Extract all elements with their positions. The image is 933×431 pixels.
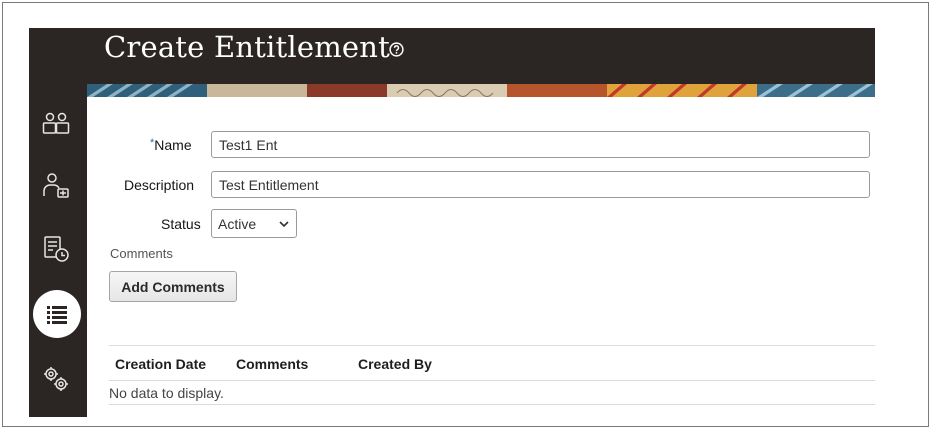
column-header-creation-date[interactable]: Creation Date [115, 356, 206, 372]
page-title: Create Entitlement [104, 30, 390, 64]
document-clock-icon[interactable] [41, 234, 71, 264]
name-label: *Name [150, 137, 192, 153]
description-label: Description [124, 177, 195, 193]
comments-label: Comments [110, 246, 173, 261]
table-empty-message: No data to display. [109, 385, 224, 401]
required-marker: * [150, 137, 155, 149]
user-settings-icon[interactable] [41, 171, 71, 201]
column-header-comments[interactable]: Comments [236, 356, 308, 372]
help-icon[interactable] [389, 42, 404, 57]
chevron-down-icon [279, 221, 289, 228]
name-field[interactable] [211, 131, 870, 158]
table-bottom-divider [109, 404, 875, 405]
status-select-value: Active [218, 216, 257, 232]
table-top-divider [109, 345, 875, 346]
table-header-divider [109, 380, 875, 381]
description-field[interactable] [211, 171, 870, 198]
add-comments-button[interactable]: Add Comments [109, 271, 237, 302]
status-select[interactable]: Active [211, 209, 297, 238]
header-banner [87, 84, 875, 97]
gears-icon[interactable] [41, 364, 71, 394]
status-label: Status [161, 216, 201, 232]
users-group-icon[interactable] [41, 109, 71, 139]
list-icon[interactable] [42, 299, 72, 329]
column-header-created-by[interactable]: Created By [358, 356, 432, 372]
